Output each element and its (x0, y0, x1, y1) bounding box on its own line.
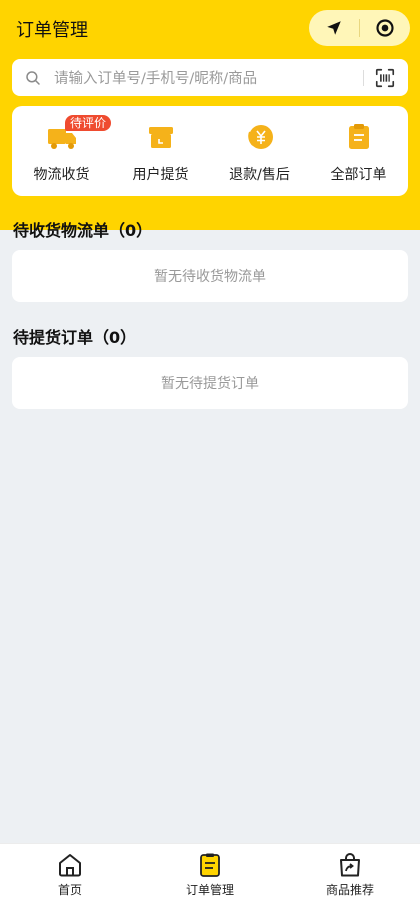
quick-action-label: 全部订单 (330, 167, 387, 183)
quick-action-label: 用户提货 (132, 167, 189, 183)
logistics-empty-card: 暂无待收货物流单 (12, 250, 408, 302)
location-arrow-icon (327, 21, 341, 35)
bottom-tab-bar: 首页 订单管理 商品推荐 (0, 843, 420, 899)
search-icon (26, 70, 40, 85)
quick-action-logistics[interactable]: 待评价 物流收货 (12, 106, 112, 196)
order-icon (200, 853, 220, 877)
quick-action-pickup[interactable]: 用户提货 (111, 106, 210, 196)
pickup-box-icon (148, 127, 173, 148)
quick-action-refund[interactable]: 退款/售后 (210, 106, 309, 196)
home-icon (59, 854, 81, 877)
quick-action-label: 物流收货 (33, 167, 90, 183)
tab-label: 商品推荐 (325, 883, 374, 897)
tab-product-recommend[interactable]: 商品推荐 (280, 844, 420, 899)
quick-actions-card: 待评价 物流收货 用户提货 退款/售后 全部订单 (12, 106, 408, 196)
mini-program-capsule (309, 10, 410, 46)
tab-home[interactable]: 首页 (0, 844, 140, 899)
search-divider (363, 69, 364, 86)
tab-label: 首页 (57, 883, 82, 897)
search-bar[interactable]: 请输入订单号/手机号/昵称/商品 (12, 59, 408, 96)
pickup-empty-card: 暂无待提货订单 (12, 357, 408, 409)
share-bag-icon (340, 853, 360, 877)
quick-action-label: 退款/售后 (229, 167, 290, 183)
location-button[interactable] (309, 10, 359, 46)
clipboard-icon (348, 124, 369, 149)
pickup-empty-text: 暂无待提货订单 (161, 376, 259, 392)
refund-yen-icon (247, 125, 273, 149)
pickup-section-title: 待提货订单（0） (13, 328, 137, 347)
logistics-empty-text: 暂无待收货物流单 (154, 269, 266, 285)
pending-review-badge: 待评价 (65, 115, 112, 131)
page-title: 订单管理 (16, 20, 88, 41)
tab-label: 订单管理 (185, 883, 234, 897)
target-icon (376, 19, 394, 37)
scan-icon[interactable] (374, 67, 396, 89)
tab-order-management[interactable]: 订单管理 (140, 844, 280, 899)
quick-action-all-orders[interactable]: 全部订单 (309, 106, 408, 196)
close-target-button[interactable] (360, 10, 410, 46)
search-input[interactable]: 请输入订单号/手机号/昵称/商品 (54, 67, 363, 88)
app-header: 订单管理 (0, 0, 420, 56)
logistics-section-title: 待收货物流单（0） (13, 221, 153, 240)
